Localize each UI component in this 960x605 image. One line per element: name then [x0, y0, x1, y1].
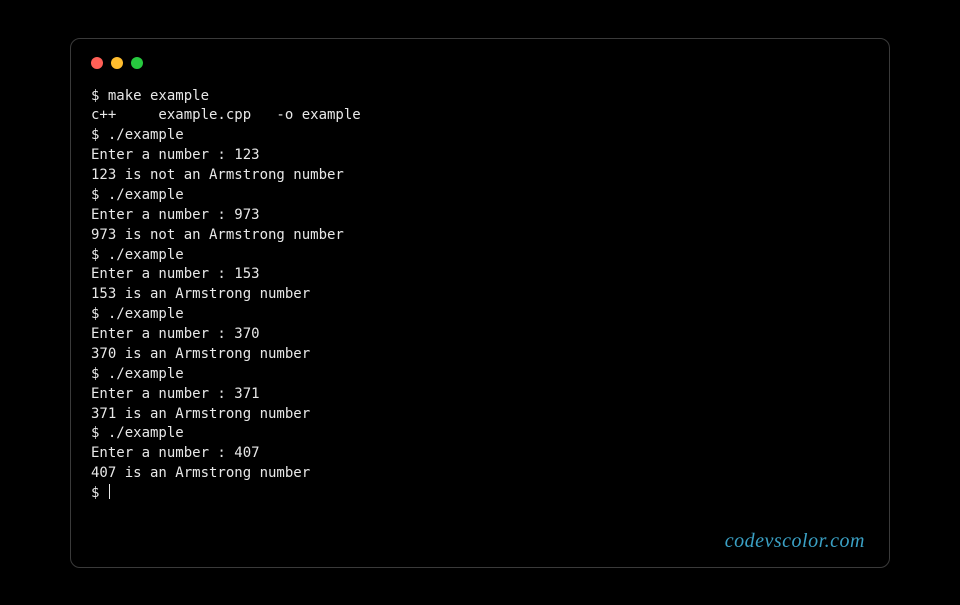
terminal-line: c++ example.cpp -o example	[91, 107, 361, 123]
terminal-line: 371 is an Armstrong number	[91, 406, 310, 422]
terminal-line: $ make example	[91, 88, 209, 104]
window-title-bar	[91, 57, 869, 69]
close-icon[interactable]	[91, 57, 103, 69]
terminal-line: $ ./example	[91, 127, 184, 143]
terminal-line: Enter a number : 973	[91, 207, 260, 223]
terminal-line: Enter a number : 371	[91, 386, 260, 402]
terminal-line: $ ./example	[91, 425, 184, 441]
terminal-line: 973 is not an Armstrong number	[91, 227, 344, 243]
watermark: codevscolor.com	[725, 530, 865, 553]
terminal-window: $ make example c++ example.cpp -o exampl…	[70, 38, 890, 568]
terminal-line: Enter a number : 153	[91, 266, 260, 282]
terminal-line: $ ./example	[91, 247, 184, 263]
terminal-line: 123 is not an Armstrong number	[91, 167, 344, 183]
terminal-line: 153 is an Armstrong number	[91, 286, 310, 302]
terminal-line: 407 is an Armstrong number	[91, 465, 310, 481]
terminal-line: Enter a number : 407	[91, 445, 260, 461]
maximize-icon[interactable]	[131, 57, 143, 69]
cursor-icon	[109, 484, 110, 499]
terminal-line: $ ./example	[91, 366, 184, 382]
terminal-line: $ ./example	[91, 306, 184, 322]
terminal-line: $ ./example	[91, 187, 184, 203]
terminal-line: Enter a number : 123	[91, 147, 260, 163]
terminal-line: Enter a number : 370	[91, 326, 260, 342]
minimize-icon[interactable]	[111, 57, 123, 69]
terminal-output[interactable]: $ make example c++ example.cpp -o exampl…	[91, 87, 869, 553]
terminal-line: 370 is an Armstrong number	[91, 346, 310, 362]
terminal-prompt[interactable]: $	[91, 485, 108, 501]
